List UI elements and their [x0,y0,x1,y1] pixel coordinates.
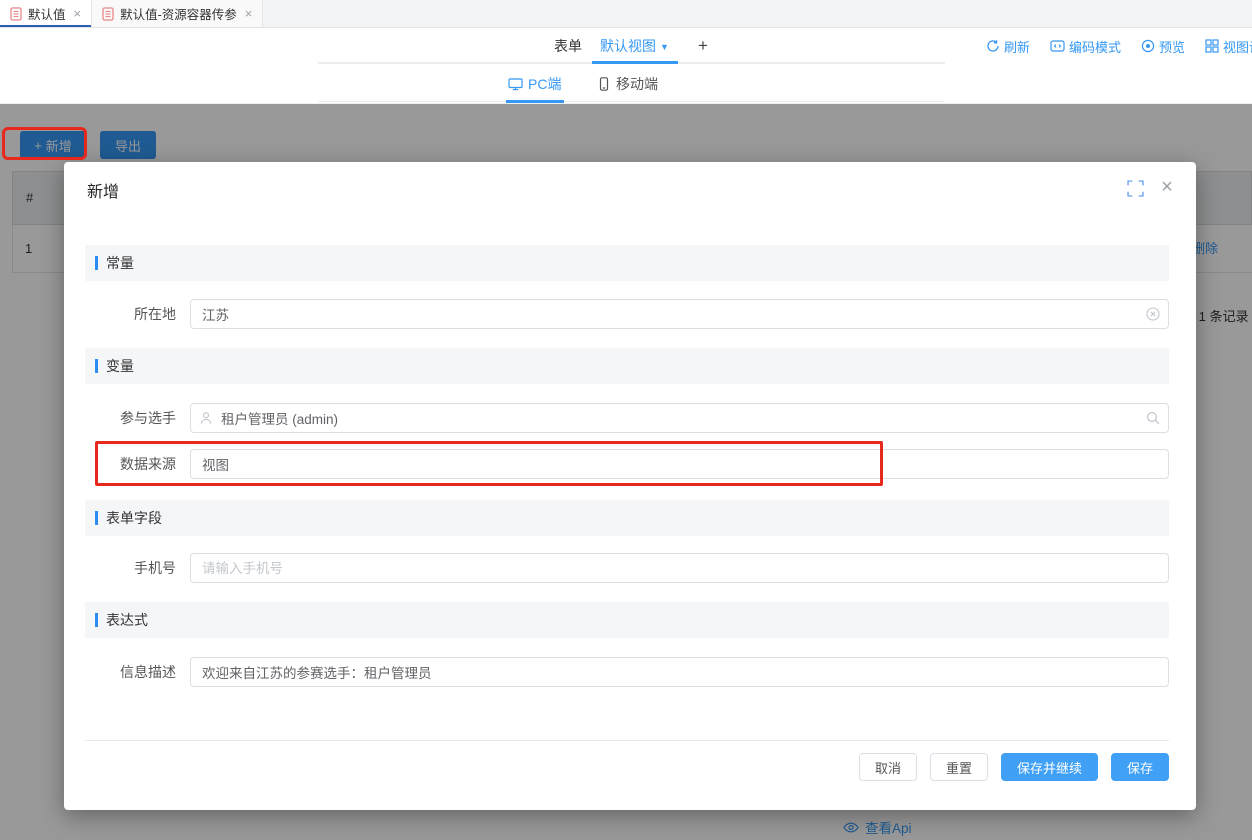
document-icon [102,7,114,21]
save-continue-button[interactable]: 保存并继续 [1001,753,1098,781]
document-icon [10,7,22,21]
close-icon[interactable]: × [245,6,253,21]
window-tab-label: 默认值-资源容器传参 [120,4,237,23]
field-location: 所在地 [85,299,1169,329]
section-form-fields: 表单字段 [85,500,1169,536]
add-view-tab-button[interactable]: + [698,28,708,64]
search-icon[interactable] [1146,411,1160,425]
close-icon[interactable]: × [74,6,82,21]
clear-icon[interactable] [1146,307,1160,321]
tab-pc[interactable]: PC端 [508,64,561,104]
section-bar [95,359,98,373]
section-expression: 表达式 [85,602,1169,638]
screen: 默认值 × 默认值-资源容器传参 × 表单 默认视图▼ + 刷新 编码模式 [0,0,1252,840]
device-tab-bar: PC端 移动端 [0,64,1252,104]
window-tab-bar: 默认值 × 默认值-资源容器传参 × [0,0,1252,28]
phone-input[interactable] [190,553,1169,583]
monitor-icon [508,77,523,91]
window-tab-default-value[interactable]: 默认值 × [0,0,92,27]
close-icon[interactable]: × [1154,172,1180,202]
view-toolbar: 表单 默认视图▼ + 刷新 编码模式 预览 视图设置 [0,28,1252,64]
preview-icon [1141,39,1155,53]
field-participant: 参与选手 [85,403,1169,433]
field-label: 信息描述 [85,662,176,682]
view-settings-button[interactable]: 视图设置 [1205,37,1252,56]
tab-mobile[interactable]: 移动端 [597,64,658,104]
window-tab-resource-container[interactable]: 默认值-资源容器传参 × [92,0,263,27]
preview-button[interactable]: 预览 [1141,37,1185,56]
modal-footer: 取消 重置 保存并继续 保存 [85,752,1169,782]
participant-input[interactable] [190,403,1169,433]
section-constant: 常量 [85,245,1169,281]
location-input[interactable] [190,299,1169,329]
section-bar [95,613,98,627]
grid-icon [1205,39,1219,53]
field-label: 所在地 [85,304,176,324]
window-tab-label: 默认值 [28,4,66,23]
field-data-source: 数据来源 [85,449,1169,479]
chevron-down-icon: ▼ [660,42,669,52]
field-label: 手机号 [85,558,176,578]
fullscreen-icon[interactable] [1127,180,1145,198]
refresh-button[interactable]: 刷新 [986,37,1030,56]
description-input[interactable] [190,657,1169,687]
section-bar [95,256,98,270]
tab-default-view[interactable]: 默认视图▼ [600,28,669,64]
field-label: 参与选手 [85,408,176,428]
save-button[interactable]: 保存 [1111,753,1169,781]
code-mode-button[interactable]: 编码模式 [1050,37,1121,56]
toolbar-actions: 刷新 编码模式 预览 视图设置 [986,28,1252,64]
field-label: 数据来源 [85,454,176,474]
phone-icon [597,77,611,91]
active-device-underline [506,100,564,103]
refresh-icon [986,39,1000,53]
footer-divider [85,740,1169,741]
field-phone: 手机号 [85,553,1169,583]
reset-button[interactable]: 重置 [930,753,988,781]
field-description: 信息描述 [85,657,1169,687]
tab-form[interactable]: 表单 [554,28,582,64]
section-bar [95,511,98,525]
modal-title: 新增 [87,178,119,202]
add-record-modal: 新增 × 常量 所在地 变量 参与选手 [64,162,1196,810]
user-icon [199,411,213,425]
section-variable: 变量 [85,348,1169,384]
code-mode-icon [1050,39,1065,53]
data-source-input[interactable] [190,449,1169,479]
cancel-button[interactable]: 取消 [859,753,917,781]
